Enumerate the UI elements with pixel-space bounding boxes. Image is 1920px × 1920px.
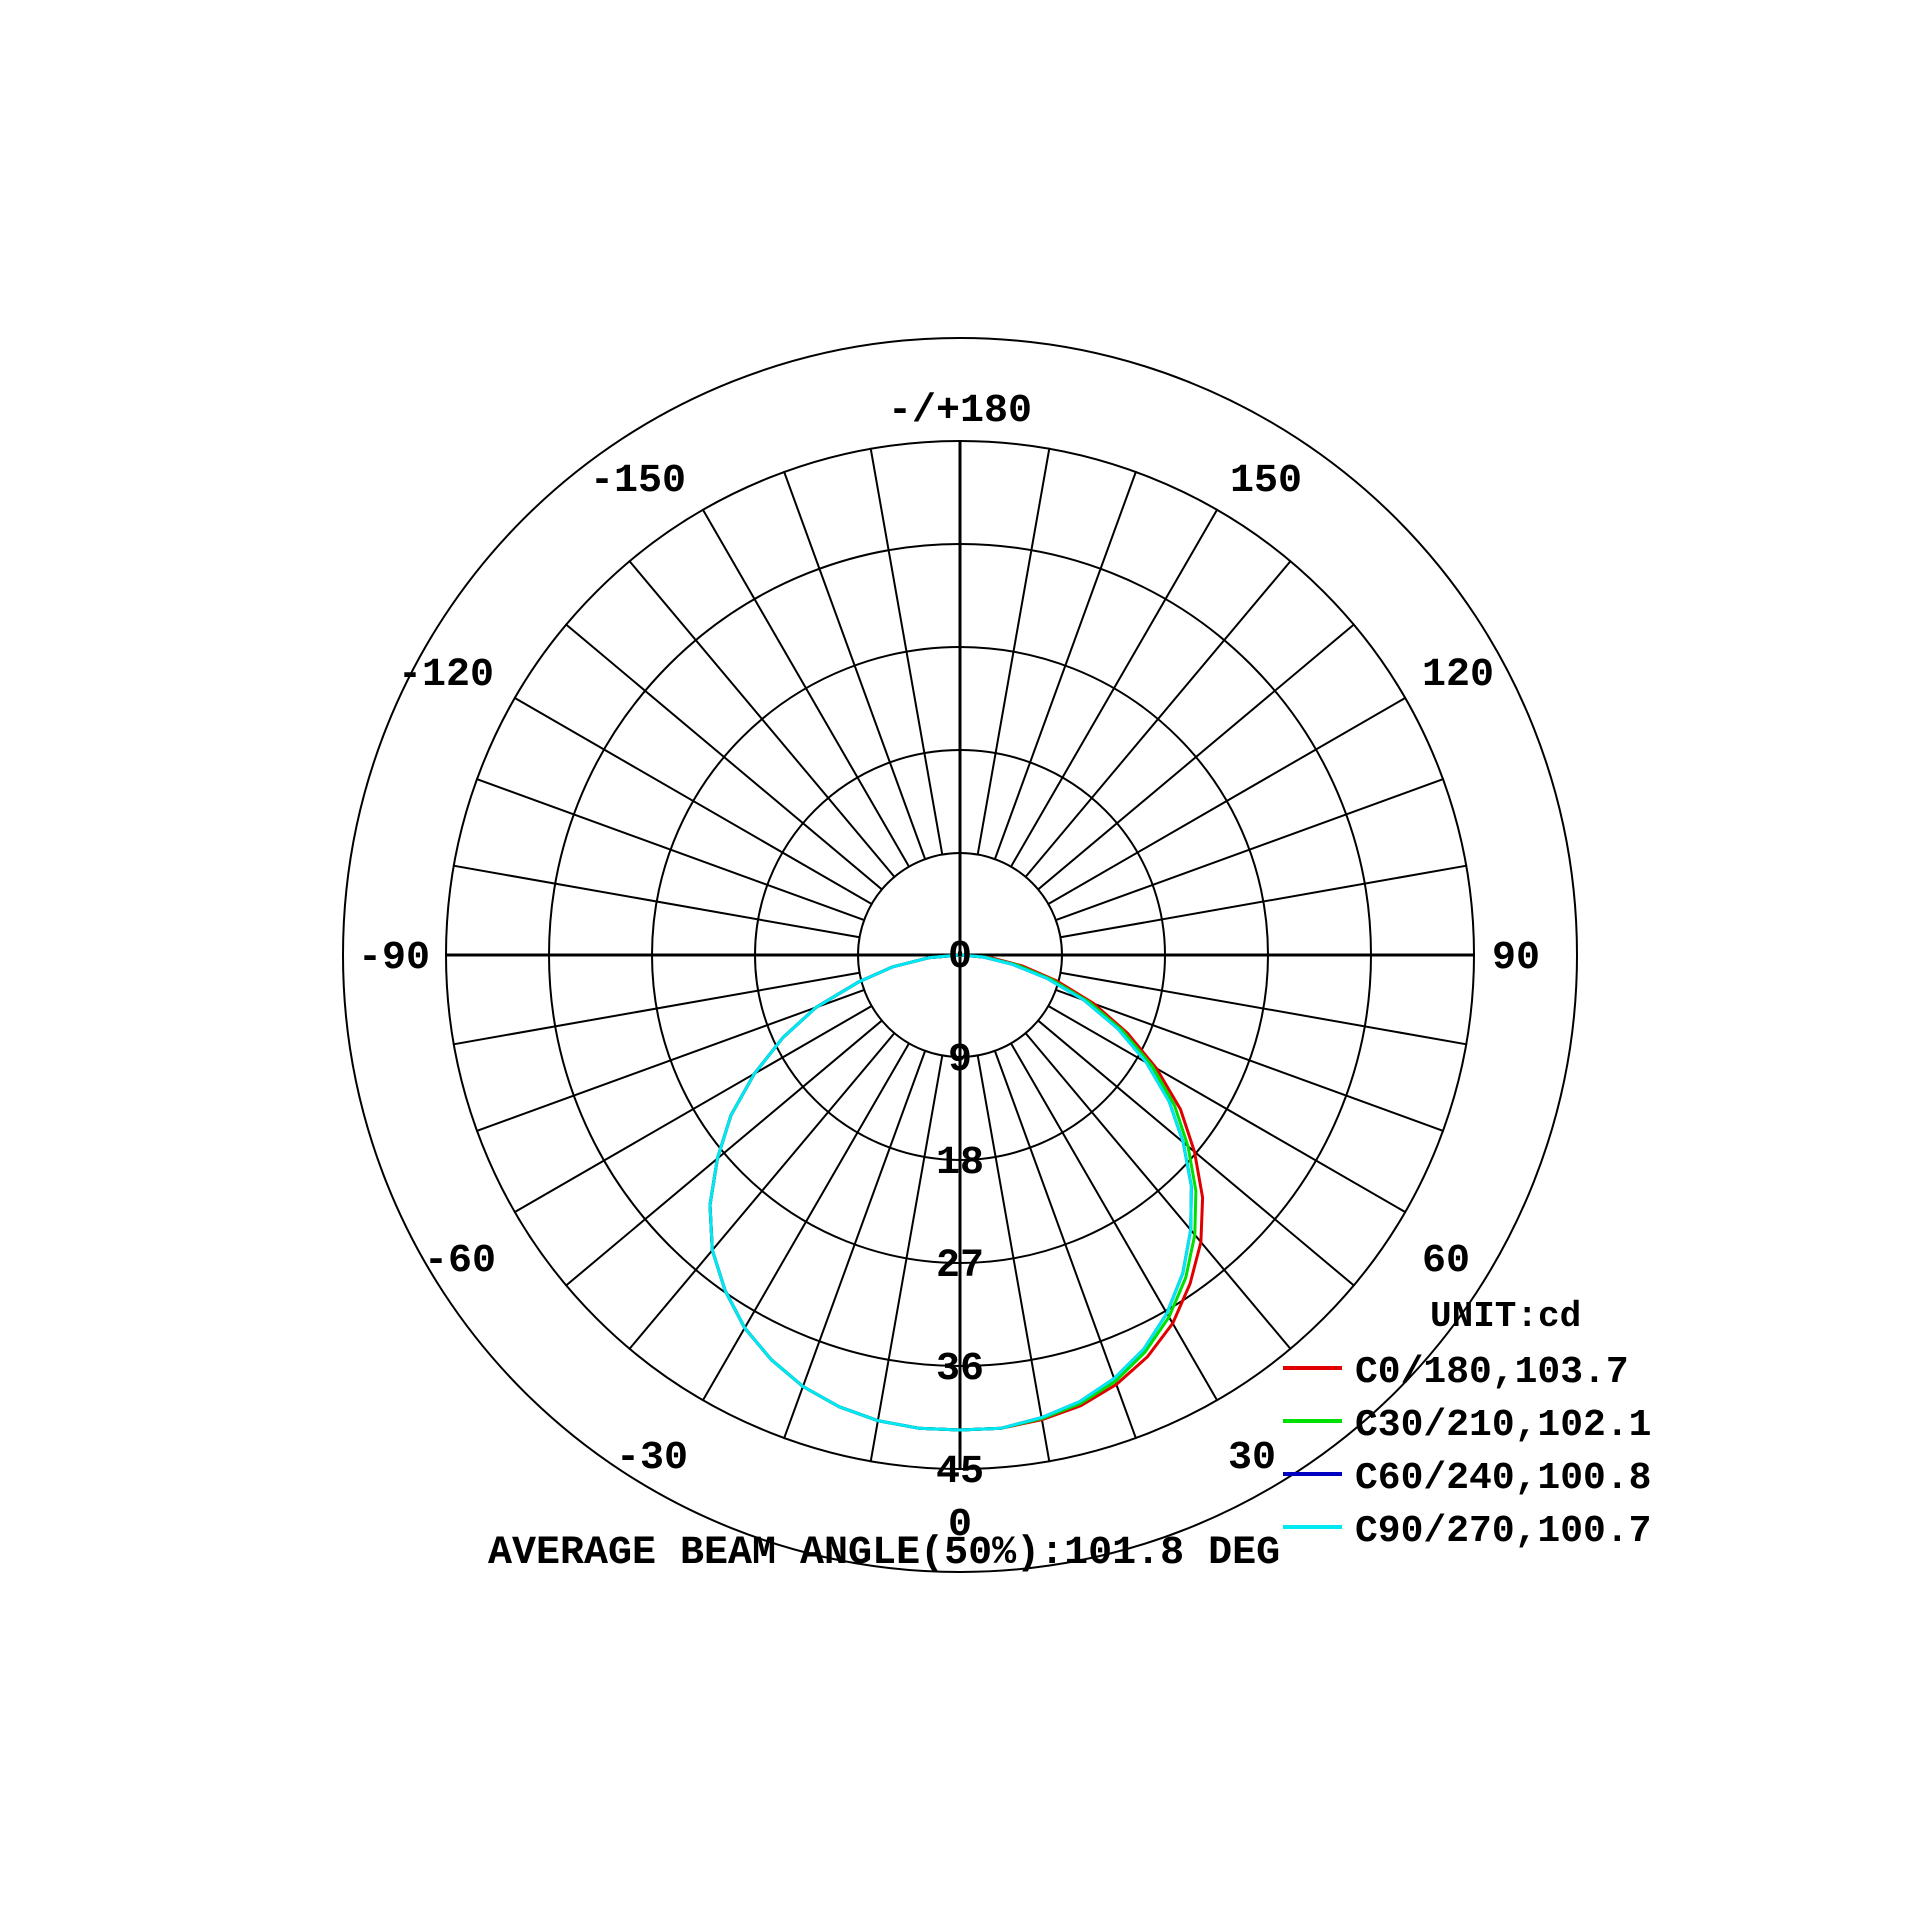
radial-tick-label: 36 — [936, 1347, 984, 1392]
grid-spoke — [475, 988, 865, 1133]
angle-label: 30 — [1228, 1436, 1276, 1481]
radial-tick-label: 18 — [936, 1141, 984, 1186]
beam-angle-annotation: AVERAGE BEAM ANGLE(50%):101.8 DEG — [488, 1531, 1280, 1576]
grid-spoke — [782, 470, 927, 860]
grid-spoke — [1024, 559, 1292, 878]
legend-label: C90/270,100.7 — [1355, 1510, 1651, 1553]
angle-label: 90 — [1492, 936, 1540, 981]
grid-spoke — [869, 1055, 944, 1463]
radial-tick-label: 27 — [936, 1244, 984, 1289]
angle-label: -120 — [398, 653, 494, 698]
grid-spoke — [628, 559, 896, 878]
radial-tick-label: 9 — [948, 1038, 972, 1083]
polar-intensity-chart: 09182736450 306090120150-/+180-150-120-9… — [342, 337, 1651, 1576]
legend-label: C30/210,102.1 — [1355, 1404, 1651, 1447]
legend: UNIT:cd C0/180,103.7 C30/210,102.1 C60/240… — [1283, 1296, 1651, 1553]
angle-label: -90 — [358, 936, 430, 981]
grid-spoke — [1047, 1005, 1407, 1214]
angle-label: 150 — [1230, 459, 1302, 504]
grid-spoke — [564, 623, 883, 891]
angle-label: -60 — [424, 1239, 496, 1284]
grid-spoke — [1037, 1019, 1356, 1287]
grid-spoke — [869, 447, 944, 855]
grid-spoke — [452, 971, 860, 1046]
grid-spoke — [782, 1050, 927, 1440]
unit-label: UNIT:cd — [1430, 1296, 1581, 1337]
grid-spoke — [1055, 988, 1445, 1133]
grid-spoke — [513, 1005, 873, 1214]
angle-label: -150 — [590, 459, 686, 504]
grid-spoke — [1047, 696, 1407, 905]
grid-spoke — [1037, 623, 1356, 891]
legend-items: C0/180,103.7 C30/210,102.1 C60/240,100.8 C9… — [1283, 1351, 1651, 1553]
grid-spoke — [993, 470, 1138, 860]
grid-spoke — [475, 777, 865, 922]
legend-label: C0/180,103.7 — [1355, 1351, 1629, 1394]
grid-spoke — [701, 1042, 910, 1402]
grid-spoke — [1010, 1042, 1219, 1402]
grid-spoke — [976, 1055, 1051, 1463]
grid-spoke — [513, 696, 873, 905]
angle-label: 60 — [1422, 1239, 1470, 1284]
grid-spoke — [1010, 508, 1219, 868]
grid-spoke — [564, 1019, 883, 1287]
legend-label: C60/240,100.8 — [1355, 1457, 1651, 1500]
grid-spoke — [452, 864, 860, 939]
grid-spoke — [976, 447, 1051, 855]
grid-spoke — [1055, 777, 1445, 922]
grid-spoke — [1060, 864, 1468, 939]
radial-tick-label: 0 — [948, 935, 972, 980]
angle-label: -/+180 — [888, 389, 1032, 434]
grid-spoke — [701, 508, 910, 868]
angle-label: -30 — [616, 1436, 688, 1481]
radial-tick-label: 45 — [936, 1450, 984, 1495]
angle-label: 120 — [1422, 653, 1494, 698]
grid-spoke — [628, 1032, 896, 1351]
